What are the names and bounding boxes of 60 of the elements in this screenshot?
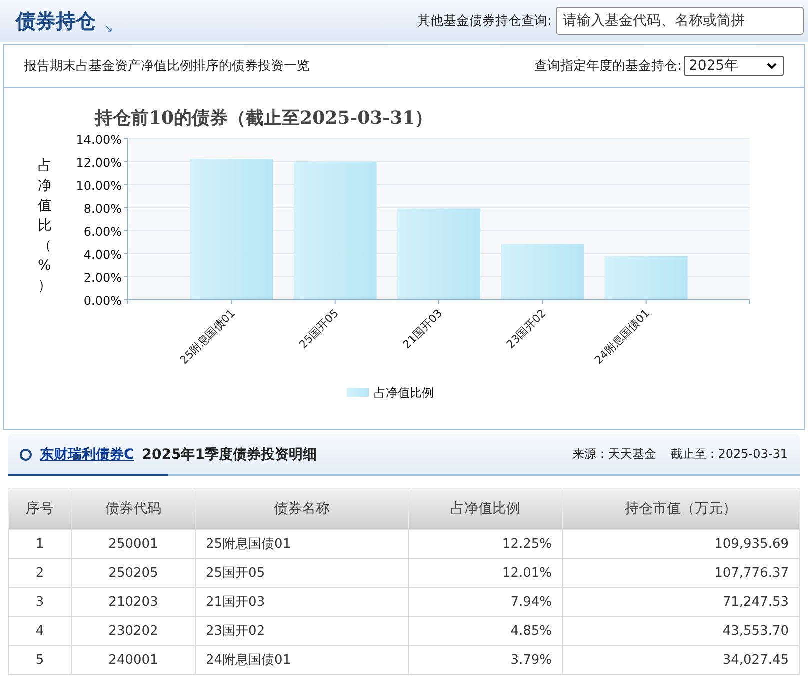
legend-label[interactable]: 占净值比例: [374, 386, 434, 400]
description-text: 报告期末占基金资产净值比例排序的债券投资一览: [24, 58, 310, 75]
table-cell: 12.01%: [408, 558, 562, 588]
x-tick-label: 25国开05: [296, 306, 342, 352]
table-cell: 230202: [72, 616, 196, 646]
circle-icon: [20, 449, 32, 461]
table-cell: 250205: [72, 558, 196, 588]
table-cell: 5: [8, 646, 72, 674]
y-tick-label: 0.00%: [84, 294, 122, 308]
fund-link[interactable]: 东财瑞利债券C: [40, 446, 134, 464]
column-header: 持仓市值（万元）: [562, 488, 800, 530]
search-label: 其他基金债券持仓查询:: [418, 13, 552, 30]
year-select[interactable]: 2025年: [684, 56, 784, 76]
section-title: 2025年1季度债券投资明细: [142, 446, 317, 464]
table-cell: 21国开03: [196, 588, 408, 616]
year-label: 查询指定年度的基金持仓:: [534, 58, 682, 75]
chart-title: 持仓前10的债券（截止至2025-03-31）: [95, 108, 434, 129]
x-tick-label: 21国开03: [400, 306, 446, 352]
source-text: 来源：天天基金: [572, 446, 656, 463]
as-of-date: 截止至：2025-03-31: [670, 446, 788, 463]
y-tick-label: 10.00%: [76, 179, 122, 193]
table-cell: 24附息国债01: [196, 646, 408, 674]
table-cell: 25国开05: [196, 558, 408, 588]
legend-swatch: [347, 388, 369, 397]
table-cell: 23国开02: [196, 616, 408, 646]
search-field[interactable]: 请输入基金代码、名称或简拼: [556, 7, 804, 35]
table-cell: 109,935.69: [562, 530, 800, 558]
table-cell: 4: [8, 616, 72, 646]
table-cell: 34,027.45: [562, 646, 800, 674]
table-cell: 1: [8, 530, 72, 558]
table-cell: 25附息国债01: [196, 530, 408, 558]
y-tick-label: 6.00%: [84, 225, 122, 239]
column-header: 债券代码: [72, 488, 196, 530]
y-tick-label: 14.00%: [76, 133, 122, 147]
x-tick-label: 25附息国债01: [178, 306, 238, 368]
y-axis-title: 占净值比（%）: [38, 158, 52, 294]
table-cell: 4.85%: [408, 616, 562, 646]
y-tick-label: 4.00%: [84, 248, 122, 262]
column-header: 债券名称: [196, 488, 408, 530]
table-cell: 210203: [72, 588, 196, 616]
table-cell: 240001: [72, 646, 196, 674]
table-cell: 250001: [72, 530, 196, 558]
column-header: 序号: [8, 488, 72, 530]
page-title: 债券持仓: [16, 8, 96, 34]
table-cell: 12.25%: [408, 530, 562, 558]
table-cell: 107,776.37: [562, 558, 800, 588]
table-cell: 43,553.70: [562, 616, 800, 646]
table-cell: 7.94%: [408, 588, 562, 616]
y-tick-label: 8.00%: [84, 202, 122, 216]
y-tick-label: 12.00%: [76, 156, 122, 170]
column-header: 占净值比例: [408, 488, 562, 530]
table-cell: 71,247.53: [562, 588, 800, 616]
y-tick-label: 2.00%: [84, 271, 122, 285]
x-tick-label: 24附息国债01: [592, 306, 652, 368]
chevron-icon: [767, 62, 777, 70]
table-cell: 3.79%: [408, 646, 562, 674]
table-cell: 2: [8, 558, 72, 588]
x-tick-label: 23国开02: [504, 306, 549, 352]
corner-arrow-icon[interactable]: ↘: [104, 22, 114, 34]
table-cell: 3: [8, 588, 72, 616]
